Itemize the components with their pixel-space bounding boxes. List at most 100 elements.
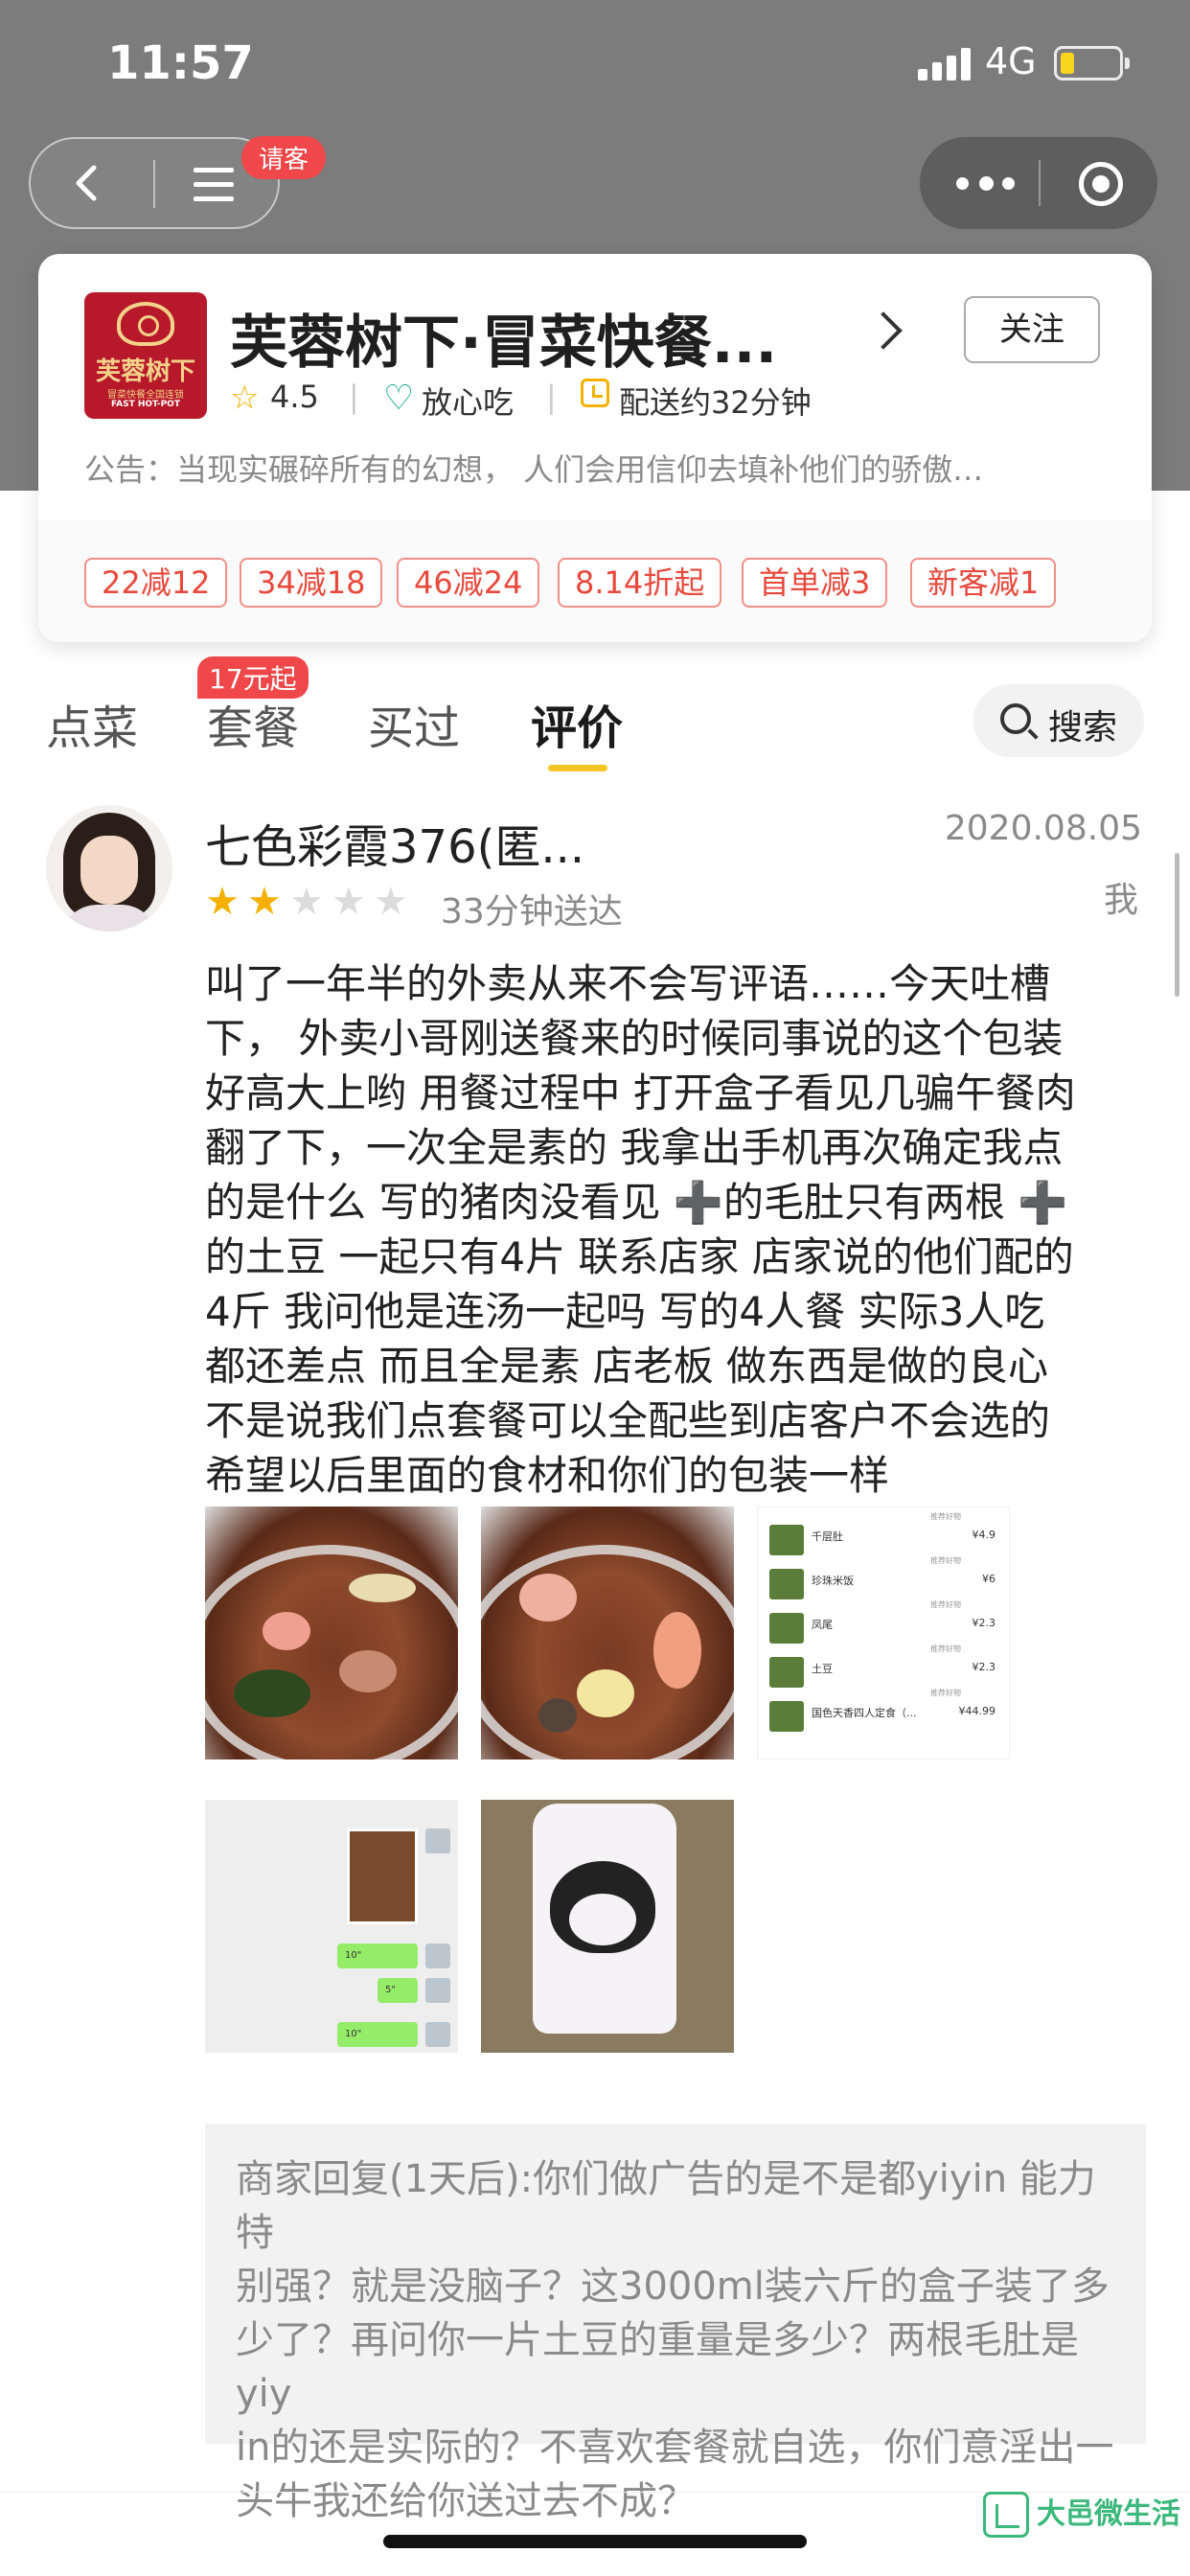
review-date: 2020.08.05 — [944, 809, 1142, 848]
chat-avatar — [425, 1828, 450, 1853]
nav-divider — [1039, 160, 1041, 206]
menu-thumb — [769, 1613, 804, 1644]
menu-item-name: 千层肚 — [812, 1530, 843, 1543]
menu-item-name: 珍珠米饭 — [812, 1575, 854, 1587]
menu-tag: 推荐好物 — [930, 1600, 961, 1609]
promo-tag[interactable]: 新客减1 — [910, 558, 1057, 608]
logo-subtext: 冒菜快餐全国连锁 — [107, 390, 184, 401]
follow-button[interactable]: 关注 — [964, 296, 1100, 363]
watermark-text: 大邑微生活 — [1037, 2497, 1180, 2531]
watermark: 大邑微生活 — [983, 2488, 1180, 2542]
star-icon: ★ — [247, 880, 282, 924]
network-type: 4G — [985, 40, 1037, 82]
menu-tag: 推荐好物 — [930, 1512, 961, 1521]
menu-item-price: ¥44.99 — [958, 1705, 996, 1717]
menu-row: 珍珠米饭 ¥6 — [769, 1569, 995, 1603]
chevron-right-icon[interactable] — [864, 311, 903, 350]
status-bar: 11:57 4G — [0, 0, 1190, 125]
menu-item-name: 土豆 — [812, 1663, 833, 1675]
logo-text: 芙蓉树下 — [95, 357, 195, 386]
menu-row: 土豆 ¥2.3 — [769, 1657, 995, 1691]
menu-item-name: 国色天香四人定食（... — [812, 1707, 917, 1719]
chat-avatar — [425, 2022, 450, 2047]
menu-thumb — [769, 1701, 804, 1732]
treat-badge[interactable]: 请客 — [241, 136, 327, 179]
meta-separator: | — [349, 379, 359, 415]
tab-combo[interactable]: 套餐 — [207, 690, 299, 757]
menu-thumb — [769, 1569, 804, 1599]
back-icon[interactable] — [69, 164, 107, 202]
battery-icon — [1054, 46, 1130, 80]
active-tab-indicator — [548, 765, 607, 771]
promo-tag[interactable]: 46减24 — [397, 558, 540, 608]
scrollbar[interactable] — [1175, 853, 1179, 997]
promotion-strip: 22减12 34减18 46减24 8.14折起 首单减3 新客减1 — [38, 519, 1152, 642]
safe-label: 放心吃 — [422, 384, 515, 421]
delivery-info: 配送约32分钟 — [619, 384, 812, 421]
shop-logo: 芙蓉树下 冒菜快餐全国连锁 FAST HOT-POT — [84, 292, 207, 419]
reviewer-name: 七色彩霞376(匿... — [205, 820, 585, 874]
me-label[interactable]: 我 — [1104, 872, 1138, 922]
close-miniprogram-icon[interactable] — [1079, 162, 1123, 206]
menu-item-price: ¥2.3 — [972, 1617, 996, 1629]
shop-card: 芙蓉树下 冒菜快餐全国连锁 FAST HOT-POT 芙蓉树下·冒菜快餐... … — [38, 254, 1152, 642]
shop-rating: 4.5 — [270, 379, 319, 415]
chat-avatar — [425, 1944, 450, 1968]
menu-item-price: ¥4.9 — [972, 1529, 996, 1541]
star-icon: ☆ — [230, 379, 260, 417]
nav-capsule-right — [920, 137, 1157, 229]
menu-tag: 推荐好物 — [930, 1556, 961, 1565]
menu-icon[interactable] — [194, 166, 234, 204]
promo-tag[interactable]: 22减12 — [84, 558, 228, 608]
shop-name[interactable]: 芙蓉树下·冒菜快餐... — [230, 296, 777, 380]
voice-message-bubble: 10" — [337, 2022, 418, 2047]
menu-row: 千层肚 ¥4.9 — [769, 1525, 995, 1559]
nav-divider — [153, 160, 155, 208]
menu-row: 国色天香四人定食（... ¥44.99 — [769, 1701, 995, 1736]
lotus-icon — [117, 302, 174, 346]
menu-row: 凤尾 ¥2.3 — [769, 1613, 995, 1647]
merchant-reply: 商家回复(1天后):你们做广告的是不是都yiyin 能力特 别强？就是没脑子？这… — [205, 2124, 1146, 2523]
voice-message-bubble: 10" — [337, 1944, 418, 1968]
meta-separator: | — [546, 379, 557, 415]
logo-english: FAST HOT-POT — [111, 400, 180, 409]
more-icon[interactable] — [956, 172, 1016, 195]
promo-tag[interactable]: 8.14折起 — [558, 558, 722, 608]
review-photo-food-1[interactable] — [205, 1506, 458, 1760]
tab-reviews[interactable]: 评价 — [531, 690, 623, 757]
home-indicator[interactable] — [383, 2535, 807, 2548]
review-text: 叫了一年半的外卖从来不会写评语……今天吐槽 下， 外卖小哥刚送餐来的时候同事说的… — [205, 960, 1076, 1499]
shop-notice[interactable]: 公告：当现实碾碎所有的幻想， 人们会用信仰去填补他们的骄傲… — [84, 446, 1119, 490]
search-icon — [1000, 703, 1031, 734]
promo-tag[interactable]: 34减18 — [240, 558, 383, 608]
tab-bar: 点菜 套餐 17元起 买过 评价 搜索 — [0, 652, 1190, 776]
review-photo-menu[interactable]: 推荐好物 千层肚 ¥4.9 推荐好物 珍珠米饭 ¥6 推荐好物 凤尾 ¥2.3 推荐好物 土豆 ¥2.… — [757, 1506, 1010, 1760]
delivery-time: 33分钟送达 — [441, 892, 623, 932]
menu-thumb — [769, 1657, 804, 1688]
star-icon: ★ — [289, 880, 324, 924]
review-photo-chat[interactable]: 10" 5" 10" — [205, 1800, 458, 2053]
avatar[interactable] — [46, 805, 172, 932]
signal-icon — [918, 48, 972, 80]
heart-icon: ♡ — [383, 379, 415, 418]
star-icon: ★ — [205, 880, 240, 924]
menu-tag: 推荐好物 — [930, 1644, 961, 1653]
tab-order[interactable]: 点菜 — [46, 690, 138, 757]
promo-tag[interactable]: 首单减3 — [742, 558, 888, 608]
search-button[interactable]: 搜索 — [973, 684, 1144, 757]
watermark-logo-icon — [983, 2492, 1029, 2538]
chat-avatar — [425, 1978, 450, 2003]
star-icon: ★ — [332, 880, 366, 924]
combo-price-badge: 17元起 — [197, 656, 309, 699]
star-icon: ★ — [374, 880, 408, 924]
review-photo-food-2[interactable] — [481, 1506, 734, 1760]
menu-item-price: ¥2.3 — [972, 1661, 996, 1673]
review-photo-bag[interactable] — [481, 1800, 734, 2053]
clock-icon — [581, 379, 609, 407]
menu-item-name: 凤尾 — [812, 1619, 833, 1631]
chat-image-thumb — [347, 1828, 418, 1924]
voice-message-bubble: 5" — [378, 1978, 418, 2003]
menu-thumb — [769, 1525, 804, 1555]
search-label: 搜索 — [1048, 708, 1118, 748]
tab-purchased[interactable]: 买过 — [368, 690, 460, 757]
